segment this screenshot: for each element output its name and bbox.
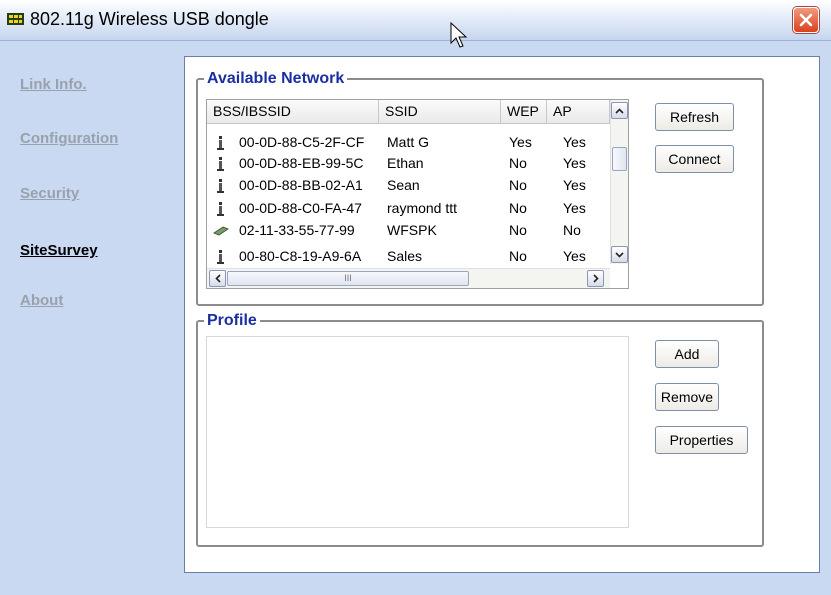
row-ssid: Ethan: [387, 155, 424, 171]
network-row[interactable]: 00-0D-88-EB-99-5C Ethan No Yes: [207, 153, 607, 173]
row-ssid: Matt G: [387, 134, 430, 150]
infrastructure-ap-icon: [217, 157, 224, 171]
scroll-up-button[interactable]: [611, 102, 628, 119]
remove-button[interactable]: Remove: [655, 383, 719, 411]
row-ap: Yes: [563, 177, 586, 193]
row-bssid: 00-0D-88-EB-99-5C: [239, 155, 364, 171]
chevron-up-icon: [615, 108, 624, 114]
row-wep: No: [509, 222, 527, 238]
row-wep: No: [509, 248, 527, 264]
infrastructure-ap-icon: [217, 202, 224, 216]
row-wep: No: [509, 155, 527, 171]
infrastructure-ap-icon: [217, 136, 224, 150]
row-bssid: 00-0D-88-BB-02-A1: [239, 177, 363, 193]
row-ssid: raymond ttt: [387, 200, 458, 216]
row-ssid: Sales: [387, 248, 423, 264]
horizontal-scrollbar[interactable]: III: [207, 268, 610, 288]
network-list-header: BSS/IBSSID SSID WEP AP: [207, 100, 628, 124]
properties-button[interactable]: Properties: [655, 426, 748, 454]
vertical-scrollbar[interactable]: [610, 100, 628, 264]
infrastructure-ap-icon: [217, 179, 224, 193]
row-ssid: Sean: [387, 177, 420, 193]
vertical-scroll-thumb[interactable]: [612, 147, 627, 171]
row-ap: Yes: [563, 155, 586, 171]
mouse-cursor-icon: [450, 22, 468, 48]
row-ap: Yes: [563, 200, 586, 216]
title-bar[interactable]: 802.11g Wireless USB dongle: [0, 0, 831, 41]
column-header-ssid[interactable]: SSID: [379, 100, 501, 124]
chevron-left-icon: [214, 274, 221, 283]
horizontal-scroll-thumb[interactable]: III: [227, 271, 469, 286]
network-row[interactable]: 00-80-C8-19-A9-6A Sales No Yes: [207, 242, 607, 264]
sidebar-item-configuration[interactable]: Configuration: [20, 130, 118, 147]
row-ssid: WFSPK: [387, 222, 437, 238]
refresh-button[interactable]: Refresh: [655, 103, 734, 131]
network-list[interactable]: BSS/IBSSID SSID WEP AP 00-0D-88-C5-2F-CF…: [206, 99, 629, 289]
scroll-down-button[interactable]: [611, 246, 628, 263]
row-wep: No: [509, 177, 527, 193]
network-row[interactable]: 00-0D-88-C0-FA-47 raymond ttt No Yes: [207, 198, 607, 218]
column-header-ap[interactable]: AP: [547, 100, 610, 124]
scroll-left-button[interactable]: [209, 270, 226, 287]
row-clip: 00-80-C8-19-A9-6A Sales No Yes: [207, 248, 607, 264]
close-button[interactable]: [793, 7, 819, 33]
add-button[interactable]: Add: [655, 340, 719, 368]
chevron-down-icon: [615, 252, 624, 258]
app-window: 802.11g Wireless USB dongle Link Info. C…: [0, 0, 831, 595]
available-network-legend: Available Network: [207, 70, 345, 87]
close-icon: [799, 13, 813, 27]
row-ap: Yes: [563, 248, 586, 264]
row-bssid: 00-0D-88-C5-2F-CF: [239, 134, 365, 150]
row-bssid: 00-0D-88-C0-FA-47: [239, 200, 362, 216]
column-header-wep[interactable]: WEP: [501, 100, 547, 124]
column-header-bssid[interactable]: BSS/IBSSID: [207, 100, 379, 124]
profile-list[interactable]: [206, 336, 629, 528]
row-wep: No: [509, 200, 527, 216]
sidebar-item-security[interactable]: Security: [20, 185, 79, 202]
chevron-right-icon: [592, 274, 599, 283]
row-bssid: 00-80-C8-19-A9-6A: [239, 248, 362, 264]
sidebar-item-sitesurvey[interactable]: SiteSurvey: [20, 242, 98, 259]
row-ap: Yes: [563, 134, 586, 150]
network-adapter-icon: [7, 13, 24, 25]
connect-button[interactable]: Connect: [655, 145, 734, 173]
network-row[interactable]: 00-0D-88-C5-2F-CF Matt G Yes Yes: [207, 132, 607, 152]
window-title: 802.11g Wireless USB dongle: [30, 9, 269, 29]
network-row[interactable]: 02-11-33-55-77-99 WFSPK No No: [207, 220, 607, 240]
sidebar-item-link-info[interactable]: Link Info.: [20, 76, 87, 93]
row-bssid: 02-11-33-55-77-99: [239, 222, 355, 238]
infrastructure-ap-icon: [217, 250, 224, 264]
profile-legend: Profile: [207, 312, 257, 329]
row-wep: Yes: [509, 134, 532, 150]
sidebar-item-about[interactable]: About: [20, 292, 63, 309]
network-row[interactable]: 00-0D-88-BB-02-A1 Sean No Yes: [207, 175, 607, 195]
scroll-right-button[interactable]: [587, 270, 604, 287]
adhoc-network-icon: [213, 226, 229, 236]
row-ap: No: [563, 222, 581, 238]
